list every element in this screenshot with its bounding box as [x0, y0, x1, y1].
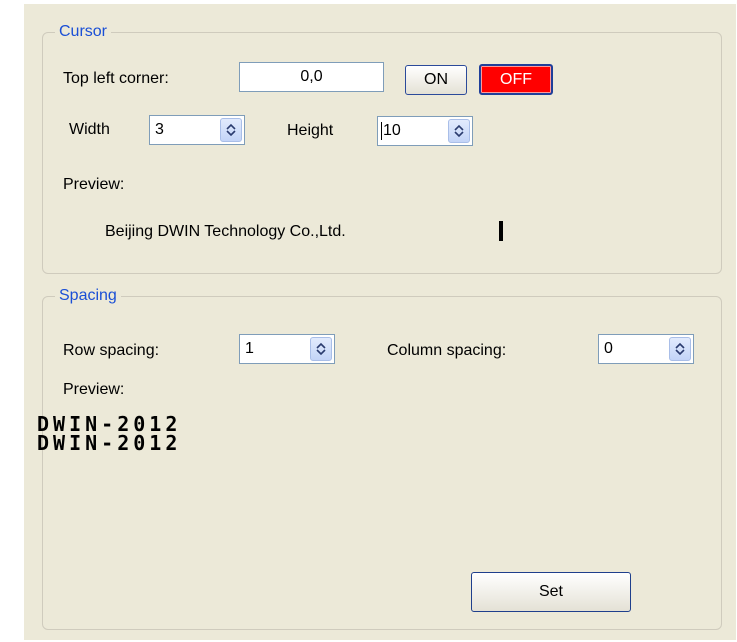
- width-label: Width: [69, 121, 110, 138]
- spacing-preview-label: Preview:: [63, 381, 125, 398]
- up-down-arrows-icon[interactable]: [310, 337, 332, 361]
- up-down-arrows-icon[interactable]: [448, 119, 470, 143]
- row-spacing-spinner[interactable]: 1: [239, 334, 335, 364]
- column-spacing-label: Column spacing:: [387, 342, 507, 359]
- settings-panel: Cursor Top left corner: 0,0 ON OFF Width…: [24, 4, 736, 640]
- set-button[interactable]: Set: [471, 572, 631, 612]
- cursor-group-title: Cursor: [55, 22, 112, 42]
- row-spacing-label: Row spacing:: [63, 342, 160, 359]
- cursor-on-label: ON: [424, 71, 448, 88]
- width-value: 3: [155, 121, 164, 138]
- cursor-preview-label: Preview:: [63, 176, 125, 193]
- up-down-arrows-icon[interactable]: [669, 337, 691, 361]
- cursor-preview-bar: [499, 221, 503, 241]
- spacing-preview-line-2: DWIN-2012: [37, 431, 182, 455]
- top-left-corner-label: Top left corner:: [63, 70, 169, 87]
- spacing-group-title: Spacing: [55, 286, 121, 306]
- height-label: Height: [287, 122, 334, 139]
- cursor-preview-text: Beijing DWIN Technology Co.,Ltd.: [105, 223, 346, 240]
- cursor-on-button[interactable]: ON: [405, 65, 467, 95]
- text-caret: [381, 122, 382, 140]
- column-spacing-spinner[interactable]: 0: [598, 334, 694, 364]
- height-spinner[interactable]: 10: [377, 116, 473, 146]
- cursor-group: Cursor Top left corner: 0,0 ON OFF Width…: [42, 22, 722, 274]
- set-button-label: Set: [538, 583, 563, 600]
- height-value: 10: [383, 122, 401, 139]
- cursor-off-button[interactable]: OFF: [479, 64, 553, 95]
- top-left-corner-input[interactable]: 0,0: [239, 62, 384, 92]
- spacing-group: Spacing Row spacing: 1 Column spacing: 0…: [37, 286, 722, 630]
- row-spacing-value: 1: [245, 340, 254, 357]
- cursor-off-label: OFF: [500, 71, 532, 88]
- column-spacing-value: 0: [604, 340, 613, 357]
- up-down-arrows-icon[interactable]: [220, 118, 242, 142]
- width-spinner[interactable]: 3: [149, 115, 245, 145]
